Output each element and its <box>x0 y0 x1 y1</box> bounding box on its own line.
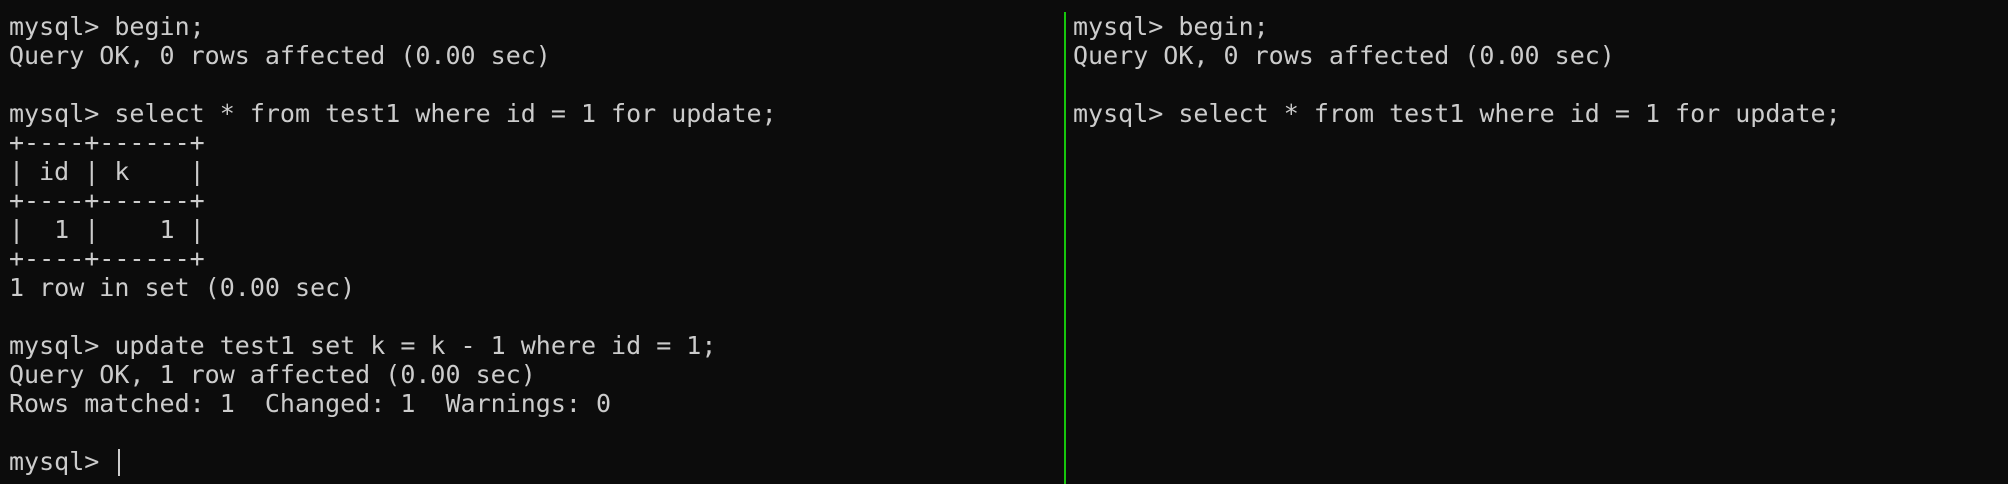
right-terminal-pane[interactable]: mysql> begin; Query OK, 0 rows affected … <box>1066 12 2008 484</box>
left-terminal-pane[interactable]: mysql> begin; Query OK, 0 rows affected … <box>0 12 1064 484</box>
text-cursor <box>118 449 121 476</box>
terminal-line: mysql> begin; <box>9 12 205 41</box>
terminal-line: Query OK, 1 row affected (0.00 sec) <box>9 360 536 389</box>
result-table-border: +----+------+ <box>9 186 205 215</box>
terminal-line: mysql> select * from test1 where id = 1 … <box>1073 99 1841 128</box>
terminal-line: mysql> update test1 set k = k - 1 where … <box>9 331 717 360</box>
result-table-header: | id | k | <box>9 157 205 186</box>
terminal-line: Query OK, 0 rows affected (0.00 sec) <box>1073 41 1615 70</box>
terminal-line: mysql> begin; <box>1073 12 1269 41</box>
terminal-line: 1 row in set (0.00 sec) <box>9 273 356 302</box>
terminal-line: mysql> select * from test1 where id = 1 … <box>9 99 777 128</box>
terminal-window: mysql> begin; Query OK, 0 rows affected … <box>0 0 2008 484</box>
terminal-line: Query OK, 0 rows affected (0.00 sec) <box>9 41 551 70</box>
terminal-line: Rows matched: 1 Changed: 1 Warnings: 0 <box>9 389 612 418</box>
result-table-border: +----+------+ <box>9 244 205 273</box>
active-prompt-line[interactable]: mysql> <box>9 447 1064 476</box>
mysql-prompt: mysql> <box>9 447 115 476</box>
result-table-row: | 1 | 1 | <box>9 215 205 244</box>
result-table-border: +----+------+ <box>9 128 205 157</box>
